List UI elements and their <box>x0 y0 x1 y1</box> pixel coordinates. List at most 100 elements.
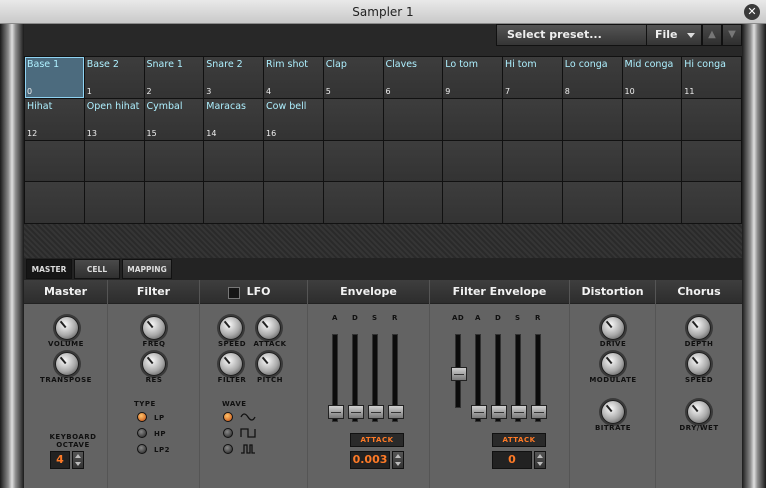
sample-cell[interactable] <box>323 140 383 182</box>
sample-cell[interactable] <box>84 140 144 182</box>
sample-cell[interactable] <box>443 98 502 140</box>
type-hp-radio[interactable] <box>137 428 147 438</box>
tab-cell[interactable]: CELL <box>74 259 120 279</box>
sample-cell[interactable] <box>383 182 443 223</box>
env-mode-button[interactable]: ATTACK <box>350 433 404 447</box>
sample-cell[interactable] <box>622 98 682 140</box>
sample-cell[interactable]: Lo tom 9 <box>443 57 502 98</box>
drywet-knob[interactable] <box>687 400 711 424</box>
file-menu-button[interactable]: File <box>646 24 702 46</box>
volume-knob[interactable] <box>55 316 79 340</box>
sample-cell[interactable] <box>562 98 622 140</box>
sample-cell[interactable] <box>503 140 562 182</box>
tab-master[interactable]: MASTER <box>26 259 72 279</box>
slider-thumb[interactable] <box>348 405 364 419</box>
sample-cell[interactable] <box>622 182 682 223</box>
wave-pulse-radio[interactable] <box>223 444 233 454</box>
sample-cell[interactable] <box>323 182 383 223</box>
slider-thumb[interactable] <box>531 405 547 419</box>
sample-cell[interactable]: Lo conga 8 <box>562 57 622 98</box>
sample-cell[interactable] <box>144 182 204 223</box>
transpose-knob[interactable] <box>55 352 79 376</box>
fenv-s-slider[interactable] <box>511 334 527 422</box>
slider-thumb[interactable] <box>328 405 344 419</box>
env-r-slider[interactable] <box>388 334 404 422</box>
sample-cell[interactable] <box>503 98 562 140</box>
sample-cell[interactable]: Base 1 0 <box>25 57 84 98</box>
sample-cell[interactable] <box>682 140 741 182</box>
slider-thumb[interactable] <box>368 405 384 419</box>
type-lp2-radio[interactable] <box>137 444 147 454</box>
chorus-speed-knob[interactable] <box>687 352 711 376</box>
sample-cell[interactable]: Claves 6 <box>383 57 443 98</box>
close-icon[interactable]: ✕ <box>744 4 760 20</box>
octave-stepper[interactable] <box>72 451 84 469</box>
arrow-down-icon[interactable]: ▼ <box>722 24 742 46</box>
sample-cell[interactable]: Mid conga 10 <box>622 57 682 98</box>
sample-cell[interactable]: Maracas 14 <box>204 98 263 140</box>
env-value-stepper[interactable] <box>392 451 404 469</box>
sample-cell[interactable]: Hi conga 11 <box>682 57 741 98</box>
modulate-knob[interactable] <box>601 352 625 376</box>
sample-cell[interactable] <box>682 182 741 223</box>
arrow-up-icon[interactable]: ▲ <box>702 24 722 46</box>
wave-sine-radio[interactable] <box>223 412 233 422</box>
fenv-value[interactable]: 0 <box>492 451 532 469</box>
lfo-pitch-knob[interactable] <box>257 352 281 376</box>
slider-thumb[interactable] <box>451 367 467 381</box>
sample-cell[interactable]: Rim shot 4 <box>264 57 323 98</box>
lfo-filter-knob[interactable] <box>219 352 243 376</box>
sample-cell[interactable]: Cow bell 16 <box>264 98 323 140</box>
sample-cell[interactable] <box>622 140 682 182</box>
env-value[interactable]: 0.003 <box>350 451 390 469</box>
fenv-r-slider[interactable] <box>531 334 547 422</box>
tab-mapping[interactable]: MAPPING <box>122 259 172 279</box>
fenv-d-slider[interactable] <box>491 334 507 422</box>
sample-cell[interactable]: Open hihat 13 <box>84 98 144 140</box>
sample-cell[interactable] <box>264 140 323 182</box>
slider-thumb[interactable] <box>388 405 404 419</box>
octave-value[interactable]: 4 <box>50 451 70 469</box>
sample-cell[interactable] <box>204 140 263 182</box>
sample-cell[interactable] <box>25 140 84 182</box>
env-d-slider[interactable] <box>348 334 364 422</box>
sample-cell[interactable] <box>682 98 741 140</box>
res-knob[interactable] <box>142 352 166 376</box>
sample-cell[interactable] <box>443 182 502 223</box>
fenv-value-stepper[interactable] <box>534 451 546 469</box>
lfo-enable-checkbox[interactable] <box>228 287 240 299</box>
sample-cell[interactable] <box>562 140 622 182</box>
slider-thumb[interactable] <box>511 405 527 419</box>
sample-cell[interactable]: Snare 1 2 <box>144 57 204 98</box>
drive-knob[interactable] <box>601 316 625 340</box>
slider-thumb[interactable] <box>491 405 507 419</box>
fenv-mode-button[interactable]: ATTACK <box>492 433 546 447</box>
sample-cell[interactable]: Base 2 1 <box>84 57 144 98</box>
sample-cell[interactable] <box>204 182 263 223</box>
freq-knob[interactable] <box>142 316 166 340</box>
sample-cell[interactable] <box>383 98 443 140</box>
sample-cell[interactable] <box>323 98 383 140</box>
sample-cell[interactable] <box>383 140 443 182</box>
type-lp-radio[interactable] <box>137 412 147 422</box>
sample-cell[interactable] <box>84 182 144 223</box>
env-s-slider[interactable] <box>368 334 384 422</box>
lfo-speed-knob[interactable] <box>219 316 243 340</box>
slider-thumb[interactable] <box>471 405 487 419</box>
sample-cell[interactable] <box>503 182 562 223</box>
sample-cell[interactable]: Snare 2 3 <box>204 57 263 98</box>
fenv-ad-slider[interactable] <box>451 334 467 408</box>
sample-cell[interactable]: Cymbal 15 <box>144 98 204 140</box>
sample-cell[interactable]: Clap 5 <box>323 57 383 98</box>
sample-cell[interactable] <box>443 140 502 182</box>
sample-cell[interactable]: Hi tom 7 <box>503 57 562 98</box>
sample-cell[interactable] <box>25 182 84 223</box>
lfo-attack-knob[interactable] <box>257 316 281 340</box>
depth-knob[interactable] <box>687 316 711 340</box>
sample-cell[interactable] <box>264 182 323 223</box>
preset-dropdown[interactable]: Select preset... <box>496 24 666 46</box>
sample-cell[interactable] <box>144 140 204 182</box>
sample-cell[interactable] <box>562 182 622 223</box>
fenv-a-slider[interactable] <box>471 334 487 422</box>
sample-cell[interactable]: Hihat 12 <box>25 98 84 140</box>
